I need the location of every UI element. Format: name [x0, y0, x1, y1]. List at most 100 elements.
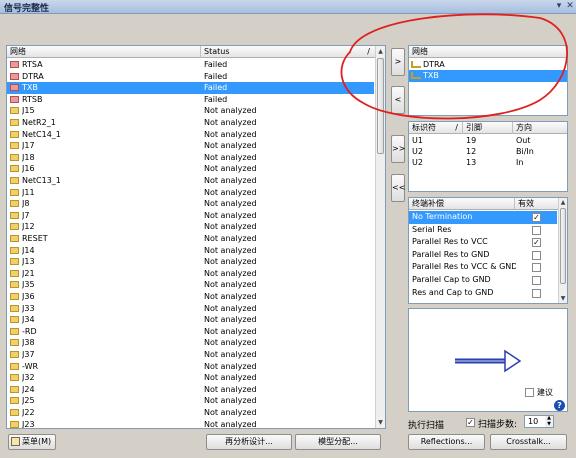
scroll-up-icon[interactable]: ▲: [559, 198, 567, 207]
net-name: J35: [22, 280, 35, 290]
net-row[interactable]: J23 Not analyzed: [7, 419, 374, 428]
net-row[interactable]: J22 Not analyzed: [7, 407, 374, 419]
scroll-down-icon[interactable]: ▼: [376, 417, 385, 428]
model-assignment-button[interactable]: 模型分配...: [295, 434, 381, 450]
pin-icon[interactable]: ▾: [554, 1, 564, 12]
selected-net-row[interactable]: TXB: [409, 70, 567, 82]
net-row[interactable]: DTRA Failed: [7, 71, 374, 83]
net-name: RESET: [22, 234, 48, 243]
scan-steps-value[interactable]: 10: [528, 417, 538, 426]
net-row[interactable]: NetC14_1 Not analyzed: [7, 129, 374, 141]
net-row[interactable]: NetC13_1 Not analyzed: [7, 175, 374, 187]
termination-row[interactable]: Parallel Res to VCC ✓: [409, 236, 557, 249]
column-header-pin[interactable]: 引脚: [463, 122, 513, 134]
column-header-designator[interactable]: 标识符 /: [409, 122, 463, 134]
termination-row[interactable]: Parallel Res to VCC & GND: [409, 261, 557, 274]
net-row[interactable]: J16 Not analyzed: [7, 163, 374, 175]
net-status: Not analyzed: [204, 245, 257, 255]
termination-row[interactable]: No Termination ✓: [409, 211, 557, 224]
termination-row[interactable]: Serial Res: [409, 224, 557, 237]
column-header-status[interactable]: Status /: [201, 46, 377, 58]
reflections-button[interactable]: Reflections...: [408, 434, 485, 450]
scroll-up-icon[interactable]: ▲: [376, 46, 385, 57]
net-icon: [10, 281, 19, 289]
net-row[interactable]: J7 Not analyzed: [7, 210, 374, 222]
termination-row[interactable]: Parallel Res to GND: [409, 249, 557, 262]
net-row[interactable]: J13 Not analyzed: [7, 256, 374, 268]
net-row[interactable]: J8 Not analyzed: [7, 198, 374, 210]
run-scan-label[interactable]: 执行扫描: [408, 418, 444, 431]
net-name: J11: [22, 187, 35, 197]
net-name: J13: [22, 257, 35, 267]
net-row[interactable]: -WR Not analyzed: [7, 361, 374, 373]
termination-row[interactable]: Res and Cap to GND: [409, 287, 557, 300]
net-row[interactable]: J34 Not analyzed: [7, 314, 374, 326]
selected-net-name: TXB: [423, 71, 439, 80]
net-icon: [10, 200, 19, 208]
scroll-thumb[interactable]: [560, 208, 566, 284]
reanalyze-design-button[interactable]: 再分析设计...: [206, 434, 292, 450]
termination-enabled-checkbox[interactable]: ✓: [532, 238, 541, 248]
stepper-down-icon[interactable]: ▼: [545, 422, 553, 427]
column-header-selected-net[interactable]: 网络: [409, 46, 567, 58]
pin-row[interactable]: U2 12 Bi/In: [409, 146, 567, 158]
net-row[interactable]: J11 Not analyzed: [7, 187, 374, 199]
net-row[interactable]: J38 Not analyzed: [7, 337, 374, 349]
termination-row[interactable]: Parallel Cap to GND: [409, 274, 557, 287]
net-row[interactable]: NetR2_1 Not analyzed: [7, 117, 374, 129]
net-row[interactable]: J21 Not analyzed: [7, 268, 374, 280]
remove-all-nets-button[interactable]: <<: [391, 174, 405, 202]
suggest-checkbox[interactable]: [525, 388, 534, 397]
net-list-scrollbar[interactable]: ▲ ▼: [375, 46, 385, 428]
net-icon: [10, 304, 19, 312]
net-name: RTSB: [22, 94, 43, 104]
termination-enabled-checkbox[interactable]: [532, 250, 541, 260]
pin-row[interactable]: U2 13 In: [409, 157, 567, 169]
net-row[interactable]: J37 Not analyzed: [7, 349, 374, 361]
net-list-panel: 网络 Status / RTSA Failed DTRA Failed TXB Faile…: [6, 45, 386, 429]
column-header-enabled[interactable]: 有效: [515, 198, 559, 210]
net-row[interactable]: J17 Not analyzed: [7, 140, 374, 152]
net-row[interactable]: J35 Not analyzed: [7, 279, 374, 291]
scan-steps-stepper[interactable]: 10 ▲ ▼: [524, 415, 554, 428]
net-row[interactable]: J15 Not analyzed: [7, 105, 374, 117]
net-status: Failed: [204, 71, 228, 81]
remove-net-button[interactable]: <: [391, 86, 405, 114]
termination-enabled-checkbox[interactable]: [532, 276, 541, 285]
scroll-thumb[interactable]: [377, 58, 384, 154]
net-row[interactable]: RTSB Failed: [7, 94, 374, 106]
pin-row[interactable]: U1 19 Out: [409, 135, 567, 147]
column-header-termination[interactable]: 终端补偿: [409, 198, 515, 210]
close-icon[interactable]: ✕: [565, 1, 575, 12]
add-net-button[interactable]: >: [391, 48, 405, 76]
termination-scrollbar[interactable]: ▲ ▼: [558, 198, 567, 303]
termination-enabled-checkbox[interactable]: [532, 288, 541, 298]
net-row[interactable]: -RD Not analyzed: [7, 326, 374, 338]
net-row[interactable]: TXB Failed: [7, 82, 374, 94]
scroll-down-icon[interactable]: ▼: [559, 294, 567, 303]
net-row[interactable]: J24 Not analyzed: [7, 384, 374, 396]
net-row[interactable]: J36 Not analyzed: [7, 291, 374, 303]
termination-enabled-checkbox[interactable]: [532, 225, 541, 235]
net-row[interactable]: J12 Not analyzed: [7, 221, 374, 233]
column-header-direction[interactable]: 方向: [513, 122, 567, 134]
net-icon: [10, 293, 19, 300]
scan-steps-checkbox[interactable]: ✓: [466, 418, 475, 427]
net-row[interactable]: RESET Not analyzed: [7, 233, 374, 245]
selected-net-row[interactable]: DTRA: [409, 59, 567, 71]
net-row[interactable]: J18 Not analyzed: [7, 152, 374, 164]
net-row[interactable]: RTSA Failed: [7, 59, 374, 71]
net-row[interactable]: J33 Not analyzed: [7, 303, 374, 315]
net-status: Not analyzed: [204, 152, 257, 162]
net-row[interactable]: J25 Not analyzed: [7, 395, 374, 407]
net-row[interactable]: J14 Not analyzed: [7, 245, 374, 257]
termination-enabled-checkbox[interactable]: [532, 263, 541, 273]
add-all-nets-button[interactable]: >>: [391, 135, 405, 163]
net-row[interactable]: J32 Not analyzed: [7, 372, 374, 384]
help-icon[interactable]: ?: [554, 400, 565, 411]
crosstalk-button[interactable]: Crosstalk...: [490, 434, 567, 450]
menu-button[interactable]: 菜单(M): [8, 434, 56, 450]
net-status: Not analyzed: [204, 129, 257, 139]
termination-enabled-checkbox[interactable]: ✓: [532, 213, 541, 222]
column-header-net[interactable]: 网络: [7, 46, 201, 58]
